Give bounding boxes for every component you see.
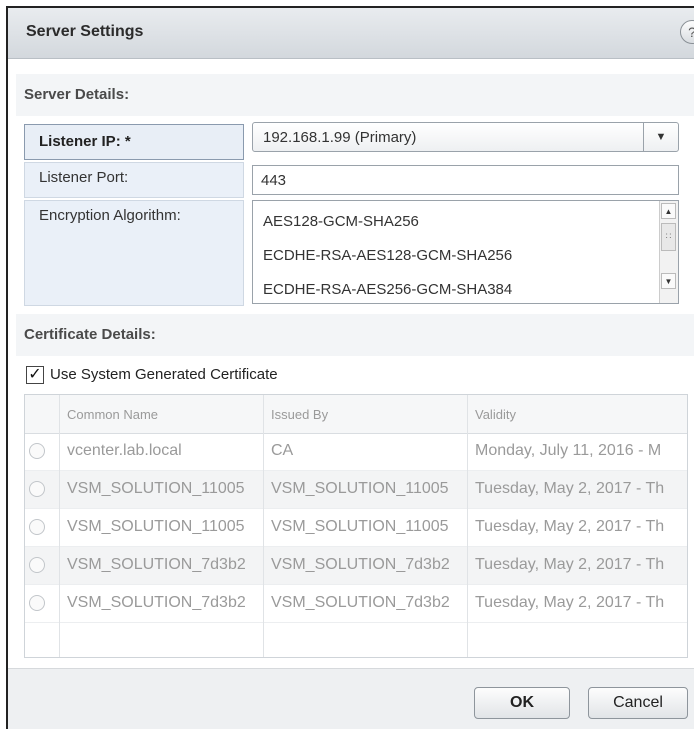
column-divider — [59, 395, 60, 657]
cell-common-name: VSM_SOLUTION_7d3b2 — [67, 594, 246, 611]
cell-issued-by: VSM_SOLUTION_7d3b2 — [271, 594, 450, 611]
cell-common-name: VSM_SOLUTION_7d3b2 — [67, 556, 246, 573]
listener-ip-select[interactable]: 192.168.1.99 (Primary) ▼ — [252, 122, 679, 152]
scroll-up-icon[interactable]: ▲ — [661, 203, 676, 219]
listener-ip-label: Listener IP: * — [24, 124, 244, 160]
scroll-thumb[interactable]: ∷ — [661, 223, 676, 251]
table-row[interactable]: VSM_SOLUTION_7d3b2 VSM_SOLUTION_7d3b2 Tu… — [25, 585, 687, 623]
cell-validity: Tuesday, May 2, 2017 - Th — [475, 594, 665, 611]
listener-port-label: Listener Port: — [24, 162, 244, 198]
row-radio[interactable] — [29, 519, 45, 535]
encryption-algorithm-list[interactable]: AES128-GCM-SHA256 ECDHE-RSA-AES128-GCM-S… — [252, 200, 679, 304]
column-divider — [263, 395, 264, 657]
certificate-table: Common Name Issued By Validity vcenter.l… — [24, 394, 688, 658]
cell-validity: Tuesday, May 2, 2017 - Th — [475, 518, 665, 535]
list-scrollbar[interactable]: ▲ ∷ ▼ — [659, 201, 678, 303]
use-system-cert-checkbox[interactable]: ✓ — [26, 366, 44, 384]
encryption-algorithm-label: Encryption Algorithm: — [24, 200, 244, 306]
chevron-down-icon[interactable]: ▼ — [643, 123, 678, 151]
row-radio[interactable] — [29, 557, 45, 573]
column-divider — [467, 395, 468, 657]
row-radio[interactable] — [29, 443, 45, 459]
cell-validity: Tuesday, May 2, 2017 - Th — [475, 480, 665, 497]
help-icon[interactable]: ? — [680, 20, 694, 44]
table-header: Common Name Issued By Validity — [25, 395, 687, 434]
cell-issued-by: VSM_SOLUTION_11005 — [271, 518, 449, 535]
listener-ip-value: 192.168.1.99 (Primary) — [263, 129, 417, 146]
listener-port-input[interactable]: 443 — [252, 165, 679, 195]
dialog-titlebar: Server Settings ? — [8, 8, 694, 59]
list-item[interactable]: ECDHE-RSA-AES256-GCM-SHA384 — [263, 281, 512, 298]
cell-validity: Tuesday, May 2, 2017 - Th — [475, 556, 665, 573]
row-radio[interactable] — [29, 595, 45, 611]
cell-common-name: vcenter.lab.local — [67, 442, 182, 459]
cell-validity: Monday, July 11, 2016 - M — [475, 442, 662, 459]
ok-button[interactable]: OK — [474, 687, 570, 719]
list-item[interactable]: ECDHE-RSA-AES128-GCM-SHA256 — [263, 247, 512, 264]
dialog-title: Server Settings — [26, 23, 144, 40]
scroll-down-icon[interactable]: ▼ — [661, 273, 676, 289]
table-row[interactable]: VSM_SOLUTION_11005 VSM_SOLUTION_11005 Tu… — [25, 509, 687, 547]
use-system-cert-label: Use System Generated Certificate — [50, 366, 278, 383]
dialog-footer: OK Cancel — [8, 668, 694, 729]
list-item[interactable]: AES128-GCM-SHA256 — [263, 213, 419, 230]
cell-issued-by: CA — [271, 442, 294, 459]
server-details-heading: Server Details: — [16, 74, 694, 116]
cell-issued-by: VSM_SOLUTION_11005 — [271, 480, 449, 497]
table-row[interactable]: VSM_SOLUTION_11005 VSM_SOLUTION_11005 Tu… — [25, 471, 687, 509]
column-header-common-name[interactable]: Common Name — [67, 407, 158, 422]
table-row[interactable]: VSM_SOLUTION_7d3b2 VSM_SOLUTION_7d3b2 Tu… — [25, 547, 687, 585]
server-details-form: Listener IP: * 192.168.1.99 (Primary) ▼ … — [24, 116, 688, 310]
table-row[interactable]: vcenter.lab.local CA Monday, July 11, 20… — [25, 433, 687, 471]
cell-issued-by: VSM_SOLUTION_7d3b2 — [271, 556, 450, 573]
cell-common-name: VSM_SOLUTION_11005 — [67, 480, 245, 497]
column-header-issued-by[interactable]: Issued By — [271, 407, 328, 422]
server-settings-dialog: Server Settings ? Server Details: Listen… — [6, 6, 694, 729]
cell-common-name: VSM_SOLUTION_11005 — [67, 518, 245, 535]
certificate-details-heading: Certificate Details: — [16, 314, 694, 356]
row-radio[interactable] — [29, 481, 45, 497]
cancel-button[interactable]: Cancel — [588, 687, 688, 719]
column-header-validity[interactable]: Validity — [475, 407, 516, 422]
